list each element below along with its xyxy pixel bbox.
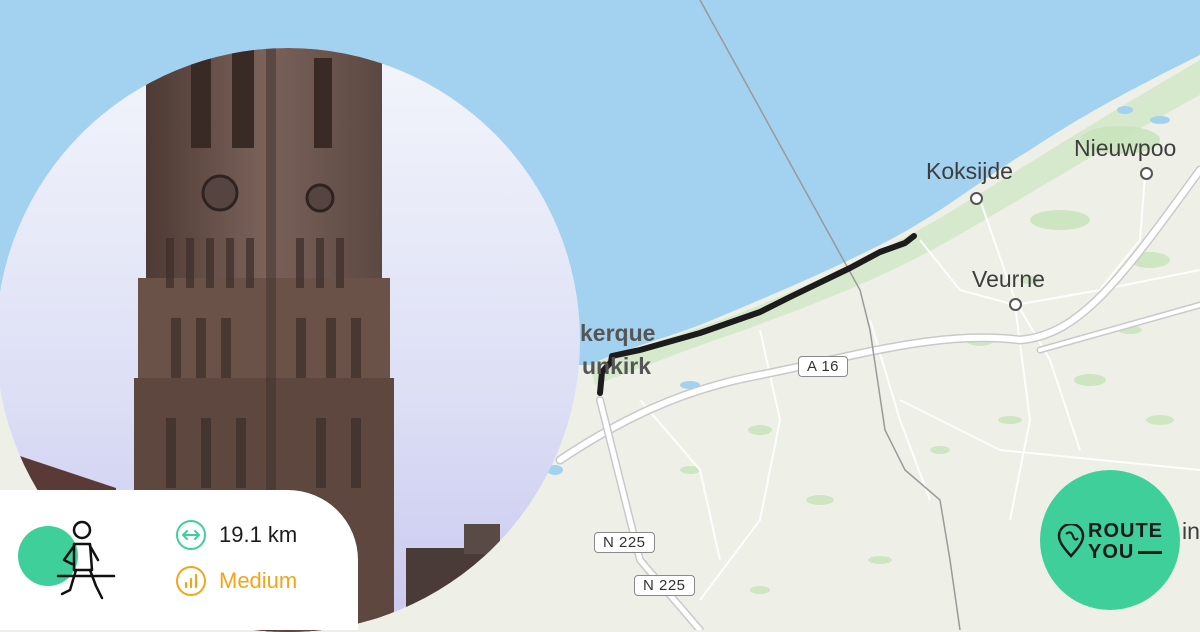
road-shield-a16: A 16: [798, 356, 849, 377]
distance-stat: 19.1 km: [176, 520, 297, 550]
difficulty-stat: Medium: [176, 566, 297, 596]
logo-pin-icon: [1057, 524, 1085, 558]
routeyou-logo[interactable]: ROUTE YOU: [1040, 470, 1180, 610]
place-label-dunkirk: unkirk: [582, 353, 652, 379]
logo-word-you: YOU: [1088, 541, 1135, 563]
place-label-dunkerque: kerque: [580, 320, 656, 346]
distance-icon: [176, 520, 206, 550]
road-shield-n225-south: N 225: [634, 575, 695, 596]
place-marker-koksijde: [970, 192, 983, 205]
place-label-edge: in: [1182, 518, 1200, 544]
distance-value: 19.1 km: [219, 522, 298, 547]
difficulty-value: Medium: [219, 568, 298, 593]
logo-word-route: ROUTE: [1088, 520, 1163, 542]
place-label-nieuwpoort: Nieuwpoo: [1074, 135, 1177, 161]
difficulty-icon: [176, 566, 206, 596]
running-icon: [18, 520, 116, 600]
place-marker-nieuwpoort: [1140, 167, 1153, 180]
place-label-veurne: Veurne: [972, 266, 1045, 292]
road-shield-n225: N 225: [594, 532, 655, 553]
place-marker-veurne: [1009, 298, 1022, 311]
place-label-koksijde: Koksijde: [926, 158, 1013, 184]
logo-underline: [1138, 551, 1162, 554]
